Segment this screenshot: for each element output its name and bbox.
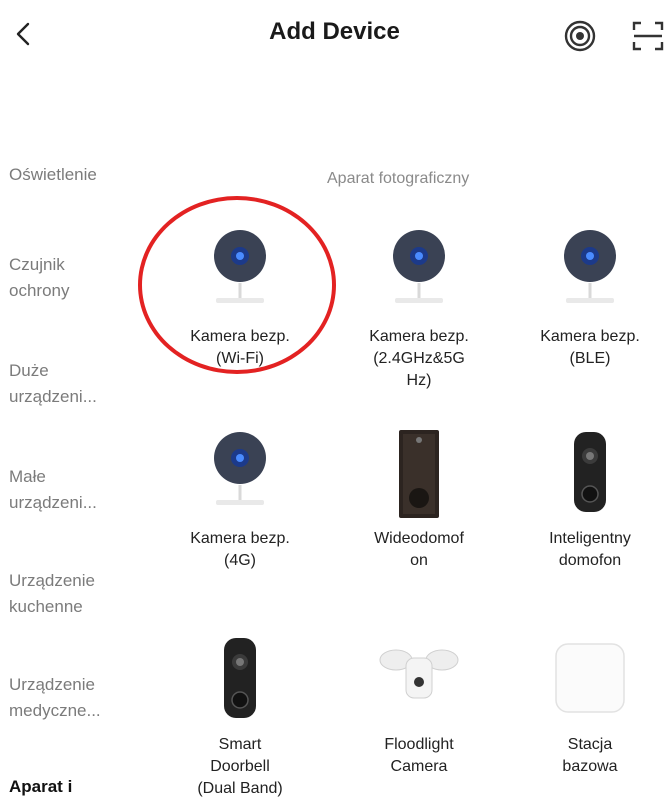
device-camera-ble[interactable]: Kamera bezp. (BLE) [510, 228, 669, 370]
device-camera-dual-band[interactable]: Kamera bezp. (2.4GHz&5G Hz) [339, 228, 499, 392]
security-camera-icon [214, 432, 266, 505]
section-title: Aparat fotograficzny [327, 170, 470, 187]
device-name: Kamera bezp. (2.4GHz&5G Hz) [369, 328, 469, 389]
sidebar-item-kitchen[interactable]: Urządzenie kuchenne [9, 568, 154, 620]
floodlight-camera-icon [379, 649, 459, 699]
device-name: Kamera bezp. (BLE) [540, 328, 640, 367]
sidebar-item-medical[interactable]: Urządzenie medyczne... [9, 672, 154, 724]
auto-scan-icon[interactable] [562, 18, 598, 54]
device-floodlight-camera[interactable]: Floodlight Camera [339, 636, 499, 778]
device-name: Kamera bezp. (Wi-Fi) [190, 328, 290, 367]
security-camera-icon [564, 230, 616, 303]
sidebar-item-camera[interactable]: Aparat i [9, 774, 154, 800]
base-station-icon [555, 643, 625, 713]
sidebar-item-lighting[interactable]: Oświetlenie [9, 162, 154, 188]
header-bar: Add Device [0, 0, 669, 72]
sidebar-item-security-sensor[interactable]: Czujnik ochrony [9, 252, 154, 304]
device-camera-4g[interactable]: Kamera bezp. (4G) [160, 430, 320, 572]
device-name: Smart Doorbell (Dual Band) [197, 736, 283, 797]
device-smart-intercom[interactable]: Inteligentny domofon [510, 430, 669, 572]
smart-doorbell-icon [224, 638, 256, 718]
device-base-station[interactable]: Stacja bazowa [510, 636, 669, 778]
device-video-intercom[interactable]: Wideodomof on [339, 430, 499, 572]
device-name: Wideodomof on [374, 530, 464, 569]
security-camera-icon [393, 230, 445, 303]
device-smart-doorbell[interactable]: Smart Doorbell (Dual Band) [160, 636, 320, 800]
device-camera-wifi[interactable]: Kamera bezp. (Wi-Fi) [160, 228, 320, 370]
device-name: Kamera bezp. (4G) [190, 530, 290, 569]
sidebar-item-large-appliances[interactable]: Duże urządzeni... [9, 358, 154, 410]
scan-qr-icon[interactable] [630, 18, 666, 54]
device-name: Stacja bazowa [562, 736, 618, 775]
video-intercom-icon [399, 430, 439, 518]
security-camera-icon [214, 230, 266, 303]
device-name: Inteligentny domofon [549, 530, 631, 569]
sidebar-item-small-appliances[interactable]: Małe urządzeni... [9, 464, 154, 516]
smart-doorbell-icon [574, 432, 606, 512]
device-name: Floodlight Camera [384, 736, 454, 775]
